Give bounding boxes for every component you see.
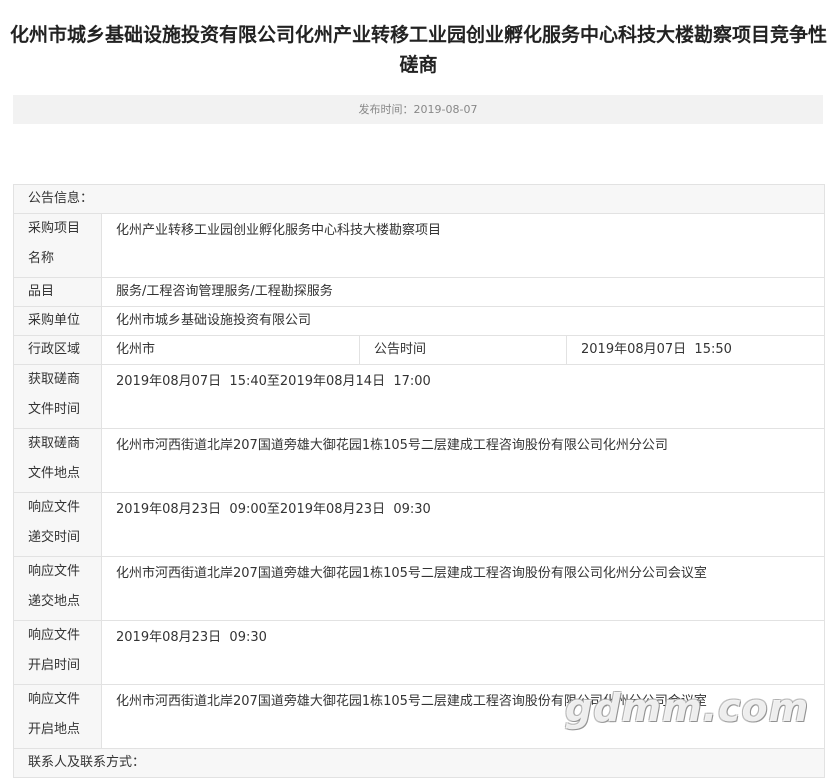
region-value: 化州市 — [101, 335, 360, 365]
table-row: 响应文件开启地点 化州市河西街道北岸207国道旁雄大御花园1栋105号二层建成工… — [13, 684, 826, 749]
table-row: 响应文件递交时间 2019年08月23日 09:00至2019年08月23日 0… — [13, 492, 826, 557]
publish-label: 发布时间： — [358, 103, 414, 116]
table-row: 行政区域 化州市 公告时间 2019年08月07日 15:50 — [13, 335, 826, 365]
purchaser-label: 采购单位 — [13, 306, 102, 336]
section-notice-heading: 公告信息： — [12, 184, 826, 214]
doc-place-label: 获取磋商文件地点 — [13, 428, 102, 493]
table-row: 响应文件开启时间 2019年08月23日 09:30 — [13, 620, 826, 685]
project-name-value: 化州产业转移工业园创业孵化服务中心科技大楼勘察项目 — [100, 213, 826, 278]
table-row: 采购单位 化州市城乡基础设施投资有限公司 — [13, 306, 826, 336]
section-contact-heading: 联系人及联系方式： — [12, 748, 826, 778]
open-time-label: 响应文件开启时间 — [13, 620, 102, 685]
submit-place-value: 化州市河西街道北岸207国道旁雄大御花园1栋105号二层建成工程咨询股份有限公司… — [100, 556, 826, 621]
doc-time-label: 获取磋商文件时间 — [13, 364, 102, 429]
doc-place-value: 化州市河西街道北岸207国道旁雄大御花园1栋105号二层建成工程咨询股份有限公司… — [100, 428, 826, 493]
notice-table: 公告信息： 采购项目名称 化州产业转移工业园创业孵化服务中心科技大楼勘察项目 品… — [12, 184, 826, 778]
announce-time-label: 公告时间 — [359, 335, 567, 365]
table-row: 获取磋商文件地点 化州市河西街道北岸207国道旁雄大御花园1栋105号二层建成工… — [13, 428, 826, 493]
table-row: 响应文件递交地点 化州市河西街道北岸207国道旁雄大御花园1栋105号二层建成工… — [13, 556, 826, 621]
open-time-value: 2019年08月23日 09:30 — [100, 620, 826, 685]
project-name-label: 采购项目名称 — [13, 213, 102, 278]
doc-time-value: 2019年08月07日 15:40至2019年08月14日 17:00 — [100, 364, 826, 429]
page-title: 化州市城乡基础设施投资有限公司化州产业转移工业园创业孵化服务中心科技大楼勘察项目… — [10, 24, 828, 76]
table-row: 采购项目名称 化州产业转移工业园创业孵化服务中心科技大楼勘察项目 — [13, 213, 826, 278]
table-row: 品目 服务/工程咨询管理服务/工程勘探服务 — [13, 277, 826, 307]
table-row: 联系人及联系方式： — [12, 748, 826, 778]
publish-date: 2019-08-07 — [413, 103, 478, 116]
submit-time-label: 响应文件递交时间 — [13, 492, 102, 557]
open-place-label: 响应文件开启地点 — [13, 684, 102, 749]
submit-time-value: 2019年08月23日 09:00至2019年08月23日 09:30 — [100, 492, 826, 557]
category-value: 服务/工程咨询管理服务/工程勘探服务 — [100, 277, 826, 307]
open-place-value: 化州市河西街道北岸207国道旁雄大御花园1栋105号二层建成工程咨询股份有限公司… — [100, 684, 826, 749]
submit-place-label: 响应文件递交地点 — [13, 556, 102, 621]
region-label: 行政区域 — [13, 335, 102, 365]
category-label: 品目 — [13, 277, 102, 307]
publish-bar: 发布时间：2019-08-07 — [13, 95, 823, 124]
table-row: 获取磋商文件时间 2019年08月07日 15:40至2019年08月14日 1… — [13, 364, 826, 429]
table-row: 公告信息： — [12, 184, 826, 214]
announce-time-value: 2019年08月07日 15:50 — [565, 335, 826, 365]
purchaser-value: 化州市城乡基础设施投资有限公司 — [100, 306, 826, 336]
